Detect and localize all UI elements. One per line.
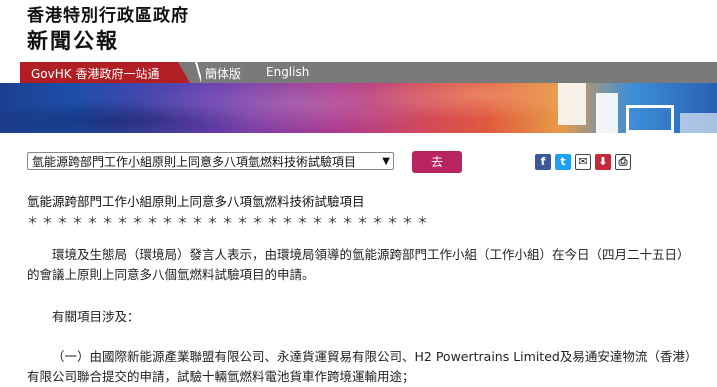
simplified-chinese-link[interactable]: 簡体版 <box>205 65 241 82</box>
site-name: 新聞公報 <box>27 29 119 53</box>
top-nav: GovHK 香港政府一站通 簡体版 English <box>0 62 717 83</box>
banner-shape <box>680 113 717 133</box>
banner-shape <box>596 93 618 133</box>
select-value: 氫能源跨部門工作小組原則上同意多八項氫燃料技術試驗項目 <box>32 155 357 169</box>
govhk-link-label: GovHK 香港政府一站通 <box>31 67 160 81</box>
chevron-down-icon: ▼ <box>380 153 390 169</box>
weibo-icon[interactable]: ⬇ <box>595 154 611 170</box>
banner-shape <box>626 105 674 133</box>
article-paragraph: （一）由國際新能源產業聯盟有限公司、永達貨運貿易有限公司、H2 Powertra… <box>27 349 692 384</box>
title-divider: ＊＊＊＊＊＊＊＊＊＊＊＊＊＊＊＊＊＊＊＊＊＊＊＊＊＊＊ <box>27 214 432 227</box>
email-icon[interactable]: ✉ <box>575 154 591 170</box>
govhk-link[interactable]: GovHK 香港政府一站通 <box>20 62 190 83</box>
decorative-banner <box>0 83 717 133</box>
article-paragraph: 環境及生態局（環境局）發言人表示，由環境局領導的氫能源跨部門工作小組（工作小組）… <box>27 247 690 282</box>
facebook-icon[interactable]: f <box>535 154 551 170</box>
press-release-select[interactable]: 氫能源跨部門工作小組原則上同意多八項氫燃料技術試驗項目 ▼ <box>27 152 394 170</box>
banner-shape <box>558 83 586 125</box>
article-paragraph: 有關項目涉及： <box>52 309 140 324</box>
print-icon[interactable]: ⎙ <box>615 154 631 170</box>
article-title: 氫能源跨部門工作小組原則上同意多八項氫燃料技術試驗項目 <box>27 194 365 209</box>
twitter-icon[interactable]: t <box>555 154 571 170</box>
english-link[interactable]: English <box>266 65 309 79</box>
go-button[interactable]: 去 <box>412 151 462 173</box>
share-icons: f t ✉ ⬇ ⎙ <box>535 154 631 170</box>
article: 氫能源跨部門工作小組原則上同意多八項氫燃料技術試驗項目 ＊＊＊＊＊＊＊＊＊＊＊＊… <box>27 192 697 387</box>
nav-bar-background <box>170 62 717 83</box>
org-name: 香港特別行政區政府 <box>27 6 189 26</box>
site-header: 香港特別行政區政府 新聞公報 <box>27 6 189 54</box>
